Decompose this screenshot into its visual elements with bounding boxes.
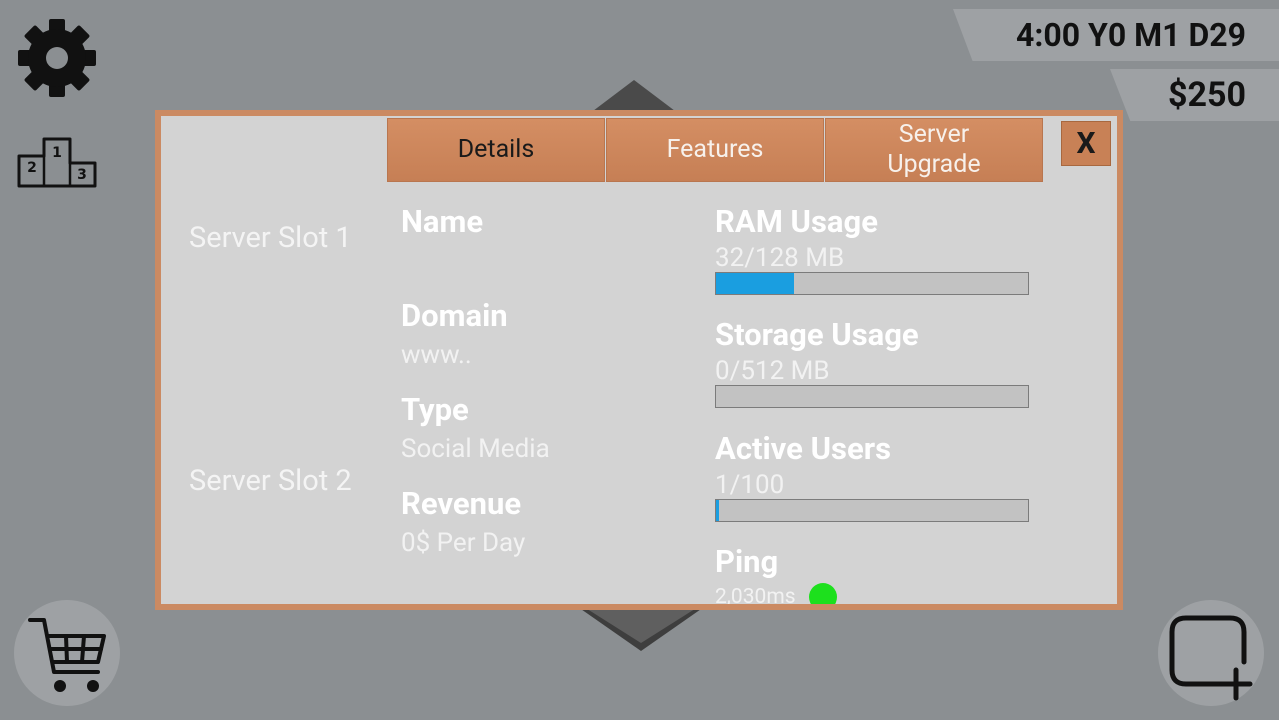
money-display: $250 — [1110, 69, 1279, 121]
active-users-bar-fill — [716, 500, 720, 521]
active-users-bar — [715, 499, 1029, 522]
game-clock: 4:00 Y0 M1 D29 — [953, 9, 1279, 61]
panel-divider — [387, 605, 1042, 608]
ram-usage-bar — [715, 272, 1029, 295]
active-users-label: Active Users — [715, 430, 891, 467]
ram-usage-bar-fill — [716, 273, 794, 294]
add-server-button[interactable] — [1158, 600, 1264, 706]
leaderboard-button[interactable]: 1 2 3 — [17, 136, 97, 188]
background-structure-bottom — [578, 607, 704, 651]
domain-label: Domain — [401, 297, 508, 334]
type-label: Type — [401, 391, 469, 428]
tab-details[interactable]: Details — [387, 118, 605, 182]
shop-button[interactable] — [14, 600, 120, 706]
podium-first-label: 1 — [52, 145, 62, 161]
ping-value: 2,030ms — [715, 585, 796, 609]
tab-features[interactable]: Features — [606, 118, 824, 182]
podium-third-label: 3 — [77, 167, 87, 183]
podium-icon: 1 2 3 — [17, 137, 97, 188]
server-slot-2[interactable]: Server Slot 2 — [189, 464, 352, 498]
settings-button[interactable] — [18, 18, 96, 98]
tab-server-upgrade[interactable]: Server Upgrade — [825, 118, 1043, 182]
storage-usage-value: 0/512 MB — [715, 356, 830, 386]
name-label: Name — [401, 203, 484, 240]
podium-second-label: 2 — [27, 160, 37, 176]
close-button[interactable]: X — [1061, 121, 1111, 166]
gear-icon — [18, 19, 96, 97]
type-value: Social Media — [401, 434, 550, 464]
storage-usage-label: Storage Usage — [715, 316, 919, 353]
server-panel: Server Slot 1 Server Slot 2 Details Feat… — [155, 110, 1123, 610]
revenue-label: Revenue — [401, 485, 522, 522]
server-slot-1[interactable]: Server Slot 1 — [189, 221, 352, 255]
ram-usage-label: RAM Usage — [715, 203, 878, 240]
ping-label: Ping — [715, 543, 779, 580]
revenue-value: 0$ Per Day — [401, 528, 526, 558]
background-structure-top — [589, 80, 679, 114]
ram-usage-value: 32/128 MB — [715, 243, 845, 273]
add-square-icon — [1169, 615, 1253, 701]
cart-icon — [28, 618, 106, 692]
domain-value: www.. — [401, 340, 472, 370]
storage-usage-bar — [715, 385, 1029, 408]
ping-status-indicator — [809, 583, 837, 604]
active-users-value: 1/100 — [715, 470, 785, 500]
